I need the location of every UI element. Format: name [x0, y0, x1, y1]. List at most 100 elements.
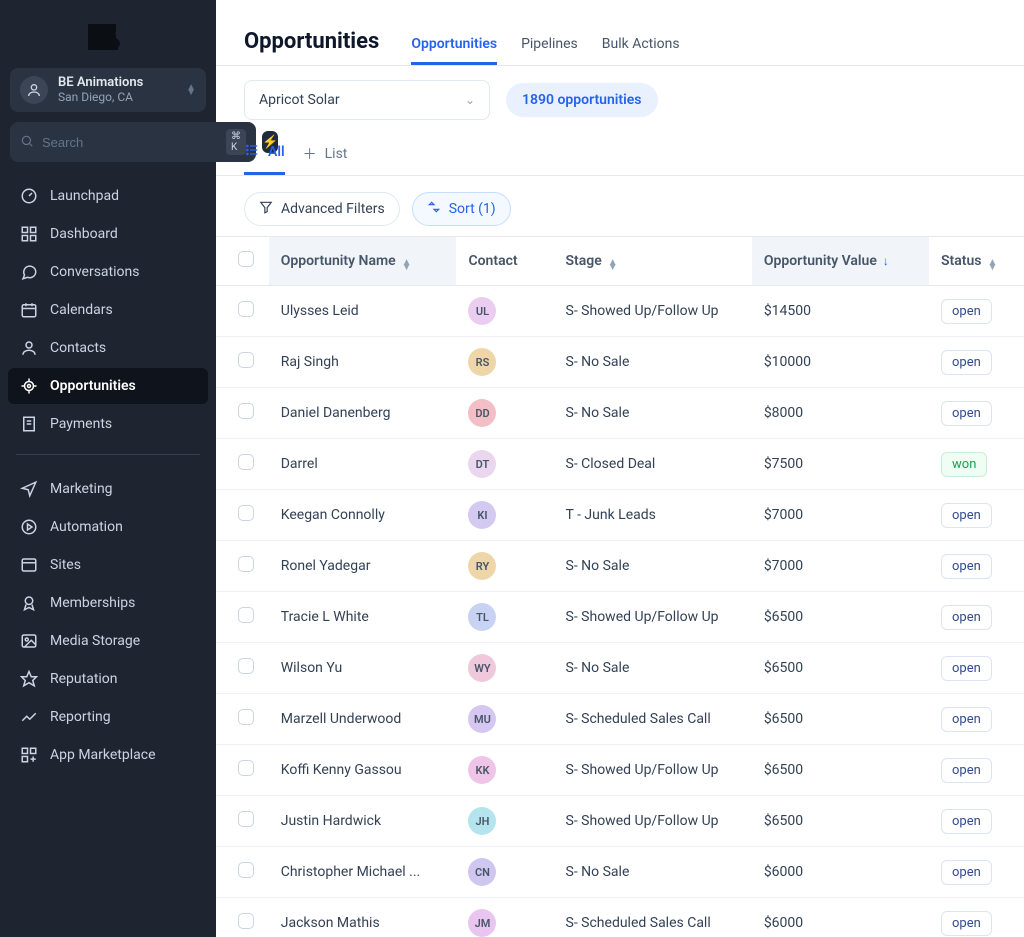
- sidebar-item-automation[interactable]: Automation: [8, 509, 208, 545]
- nav-secondary: Marketing Automation Sites Memberships M…: [8, 471, 208, 773]
- logo: [8, 16, 208, 64]
- row-checkbox[interactable]: [238, 454, 254, 470]
- row-checkbox[interactable]: [238, 607, 254, 623]
- row-checkbox[interactable]: [238, 556, 254, 572]
- sidebar-item-opportunities[interactable]: Opportunities: [8, 368, 208, 404]
- avatar: UL: [468, 297, 496, 325]
- table-row[interactable]: Keegan ConnollyKIT - Junk Leads$7000open: [216, 490, 1024, 541]
- cell-value: $6500: [752, 745, 929, 796]
- sort-button[interactable]: Sort (1): [412, 192, 511, 226]
- pipeline-select[interactable]: Apricot Solar ⌄: [244, 80, 490, 120]
- sort-down-icon: ↓: [883, 254, 889, 268]
- table-row[interactable]: Marzell UnderwoodMUS- Scheduled Sales Ca…: [216, 694, 1024, 745]
- row-checkbox[interactable]: [238, 862, 254, 878]
- cell-contact: WY: [456, 643, 553, 694]
- table-row[interactable]: Tracie L WhiteTLS- Showed Up/Follow Up$6…: [216, 592, 1024, 643]
- status-badge: open: [941, 911, 992, 936]
- cell-status: won: [929, 439, 1024, 490]
- cell-stage: S- Closed Deal: [554, 439, 752, 490]
- table-row[interactable]: Christopher Michael ...CNS- No Sale$6000…: [216, 847, 1024, 898]
- tab-bulk-actions[interactable]: Bulk Actions: [602, 26, 680, 62]
- row-checkbox[interactable]: [238, 913, 254, 929]
- pipeline-value: Apricot Solar: [259, 92, 340, 108]
- view-tab-all[interactable]: All: [244, 132, 285, 175]
- cell-name: Wilson Yu: [269, 643, 457, 694]
- account-switcher[interactable]: BE Animations San Diego, CA ▲▼: [10, 68, 206, 112]
- sidebar-item-reputation[interactable]: Reputation: [8, 661, 208, 697]
- row-checkbox[interactable]: [238, 505, 254, 521]
- sidebar-item-reporting[interactable]: Reporting: [8, 699, 208, 735]
- sidebar-item-conversations[interactable]: Conversations: [8, 254, 208, 290]
- sidebar-item-contacts[interactable]: Contacts: [8, 330, 208, 366]
- sidebar-item-payments[interactable]: Payments: [8, 406, 208, 442]
- table-row[interactable]: Ronel YadegarRYS- No Sale$7000open: [216, 541, 1024, 592]
- row-checkbox[interactable]: [238, 709, 254, 725]
- select-all-checkbox[interactable]: [238, 251, 254, 267]
- user-icon: [20, 339, 38, 357]
- badge-icon: [20, 594, 38, 612]
- sidebar-item-memberships[interactable]: Memberships: [8, 585, 208, 621]
- filter-icon: [259, 200, 273, 218]
- cell-contact: TL: [456, 592, 553, 643]
- sidebar-item-label: Calendars: [50, 302, 113, 318]
- col-status[interactable]: Status▲▼: [929, 237, 1024, 286]
- row-checkbox[interactable]: [238, 403, 254, 419]
- chart-icon: [20, 708, 38, 726]
- sidebar-item-launchpad[interactable]: Launchpad: [8, 178, 208, 214]
- sidebar: BE Animations San Diego, CA ▲▼ ⌘ K ⚡ Lau…: [0, 0, 216, 937]
- table-row[interactable]: Raj SinghRSS- No Sale$10000open: [216, 337, 1024, 388]
- status-badge: open: [941, 554, 992, 579]
- sidebar-item-dashboard[interactable]: Dashboard: [8, 216, 208, 252]
- col-contact[interactable]: Contact: [456, 237, 553, 286]
- view-tab-add-list[interactable]: ＋ List: [303, 134, 348, 174]
- sidebar-item-app-marketplace[interactable]: App Marketplace: [8, 737, 208, 773]
- cell-contact: JH: [456, 796, 553, 847]
- sidebar-item-label: Conversations: [50, 264, 139, 280]
- row-checkbox[interactable]: [238, 352, 254, 368]
- plus-icon: ＋: [303, 144, 317, 164]
- col-value[interactable]: Opportunity Value↓: [752, 237, 929, 286]
- status-badge: open: [941, 656, 992, 681]
- status-badge: open: [941, 350, 992, 375]
- account-name: BE Animations: [58, 76, 143, 90]
- cell-contact: DT: [456, 439, 553, 490]
- filters-row: Apricot Solar ⌄ 1890 opportunities: [216, 66, 1024, 120]
- avatar: MU: [468, 705, 496, 733]
- table-row[interactable]: Wilson YuWYS- No Sale$6500open: [216, 643, 1024, 694]
- sidebar-item-marketing[interactable]: Marketing: [8, 471, 208, 507]
- table-row[interactable]: DarrelDTS- Closed Deal$7500won: [216, 439, 1024, 490]
- cell-contact: DD: [456, 388, 553, 439]
- cell-status: open: [929, 643, 1024, 694]
- row-checkbox[interactable]: [238, 811, 254, 827]
- cell-stage: S- Showed Up/Follow Up: [554, 796, 752, 847]
- sidebar-item-media-storage[interactable]: Media Storage: [8, 623, 208, 659]
- row-checkbox[interactable]: [238, 658, 254, 674]
- tab-opportunities[interactable]: Opportunities: [411, 26, 497, 65]
- cell-stage: S- No Sale: [554, 643, 752, 694]
- status-badge: open: [941, 809, 992, 834]
- table-row[interactable]: Jackson MathisJMS- Scheduled Sales Call$…: [216, 898, 1024, 937]
- status-badge: won: [941, 452, 987, 477]
- col-stage[interactable]: Stage▲▼: [554, 237, 752, 286]
- sidebar-item-label: Opportunities: [50, 378, 136, 394]
- sidebar-item-label: Sites: [50, 557, 81, 573]
- search-input[interactable]: [42, 135, 218, 150]
- table-row[interactable]: Ulysses LeidULS- Showed Up/Follow Up$145…: [216, 286, 1024, 337]
- advanced-filters-button[interactable]: Advanced Filters: [244, 192, 400, 226]
- table-row[interactable]: Koffi Kenny GassouKKS- Showed Up/Follow …: [216, 745, 1024, 796]
- sidebar-item-sites[interactable]: Sites: [8, 547, 208, 583]
- avatar: DT: [468, 450, 496, 478]
- sidebar-item-label: Contacts: [50, 340, 106, 356]
- sidebar-item-calendars[interactable]: Calendars: [8, 292, 208, 328]
- row-checkbox[interactable]: [238, 760, 254, 776]
- sort-label: Sort (1): [449, 201, 496, 217]
- table-row[interactable]: Justin HardwickJHS- Showed Up/Follow Up$…: [216, 796, 1024, 847]
- sidebar-item-label: Dashboard: [50, 226, 118, 242]
- col-name[interactable]: Opportunity Name▲▼: [269, 237, 457, 286]
- cell-name: Koffi Kenny Gassou: [269, 745, 457, 796]
- tab-pipelines[interactable]: Pipelines: [521, 26, 578, 62]
- table-row[interactable]: Daniel DanenbergDDS- No Sale$8000open: [216, 388, 1024, 439]
- row-checkbox[interactable]: [238, 301, 254, 317]
- cell-value: $7000: [752, 541, 929, 592]
- cell-name: Keegan Connolly: [269, 490, 457, 541]
